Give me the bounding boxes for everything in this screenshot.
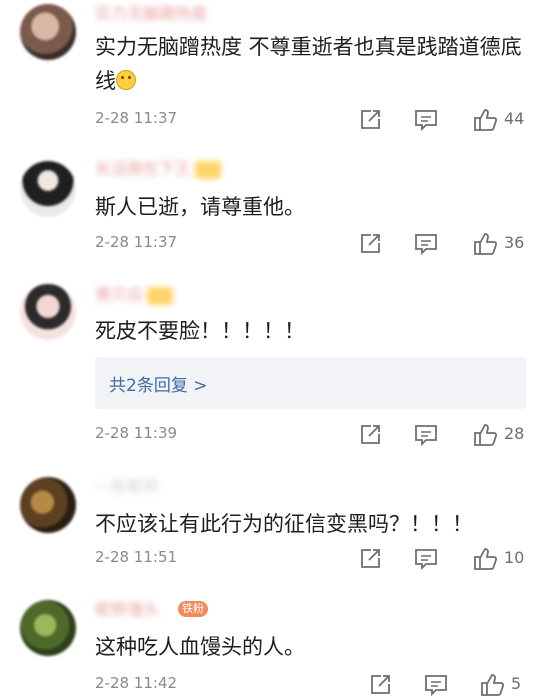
avatar[interactable] [20, 4, 76, 60]
comment-icon[interactable] [413, 231, 439, 257]
username[interactable]: 黄贝白 [95, 284, 215, 306]
reply-thread-box[interactable]: 共2条回复 > [95, 357, 526, 409]
comment-meta: 2-28 11:51 10 [95, 546, 525, 572]
thumbs-up-icon[interactable] [472, 231, 498, 257]
smile-emoji [116, 70, 136, 90]
avatar[interactable] [20, 600, 76, 656]
timestamp: 2-28 11:42 [95, 674, 178, 692]
comment-text: 这种吃人血馒头的人。 [95, 635, 305, 659]
username[interactable]: 长沼南在下王 [95, 158, 280, 180]
comment-icon[interactable] [413, 546, 439, 572]
avatar[interactable] [20, 161, 76, 217]
comment-icon[interactable] [413, 422, 439, 448]
comment-icon[interactable] [423, 672, 449, 698]
comment-feed: 实力无脑蹭热度 实力无脑蹭热度 不尊重逝者也真是践踏道德底线 2-28 11:3… [0, 0, 543, 700]
timestamp: 2-28 11:37 [95, 233, 178, 251]
thumbs-up-icon[interactable] [479, 672, 505, 698]
comment-meta: 2-28 11:42 5 [95, 672, 523, 698]
like-count: 5 [511, 674, 522, 693]
comment-meta: 2-28 11:39 28 [95, 422, 525, 448]
comment-text: 死皮不要脸！！！！！ [95, 319, 305, 343]
comment-text: 实力无脑蹭热度 不尊重逝者也真是践踏道德底线 [95, 35, 522, 93]
username[interactable]: 实力无脑蹭热度 [95, 3, 275, 25]
username[interactable]: 一些昵称 [95, 476, 215, 498]
share-icon[interactable] [357, 231, 383, 257]
comment-text: 斯人已逝，请尊重他。 [95, 195, 305, 219]
timestamp: 2-28 11:37 [95, 109, 178, 127]
share-icon[interactable] [367, 672, 393, 698]
timestamp: 2-28 11:39 [95, 424, 178, 442]
avatar[interactable] [20, 477, 76, 533]
fan-badge [195, 160, 222, 179]
timestamp: 2-28 11:51 [95, 548, 178, 566]
share-icon[interactable] [357, 422, 383, 448]
comment-icon[interactable] [413, 107, 439, 133]
fan-level-badge: 铁粉 [178, 601, 208, 617]
thumbs-up-icon[interactable] [472, 107, 498, 133]
avatar[interactable] [20, 284, 76, 340]
username[interactable]: 昵称馒头 [95, 599, 235, 621]
comment-meta: 2-28 11:37 36 [95, 231, 525, 257]
share-icon[interactable] [357, 107, 383, 133]
comment-text: 不应该让有此行为的征信变黑吗？！！！ [95, 512, 473, 536]
share-icon[interactable] [357, 546, 383, 572]
thumbs-up-icon[interactable] [472, 546, 498, 572]
thumbs-up-icon[interactable] [472, 422, 498, 448]
comment-meta: 2-28 11:37 44 [95, 107, 525, 133]
like-count: 28 [504, 424, 525, 443]
like-count: 36 [504, 233, 525, 252]
like-count: 44 [504, 109, 525, 128]
view-replies-link[interactable]: 共2条回复 > [109, 371, 207, 396]
fan-badge [147, 286, 174, 305]
like-count: 10 [504, 548, 525, 567]
